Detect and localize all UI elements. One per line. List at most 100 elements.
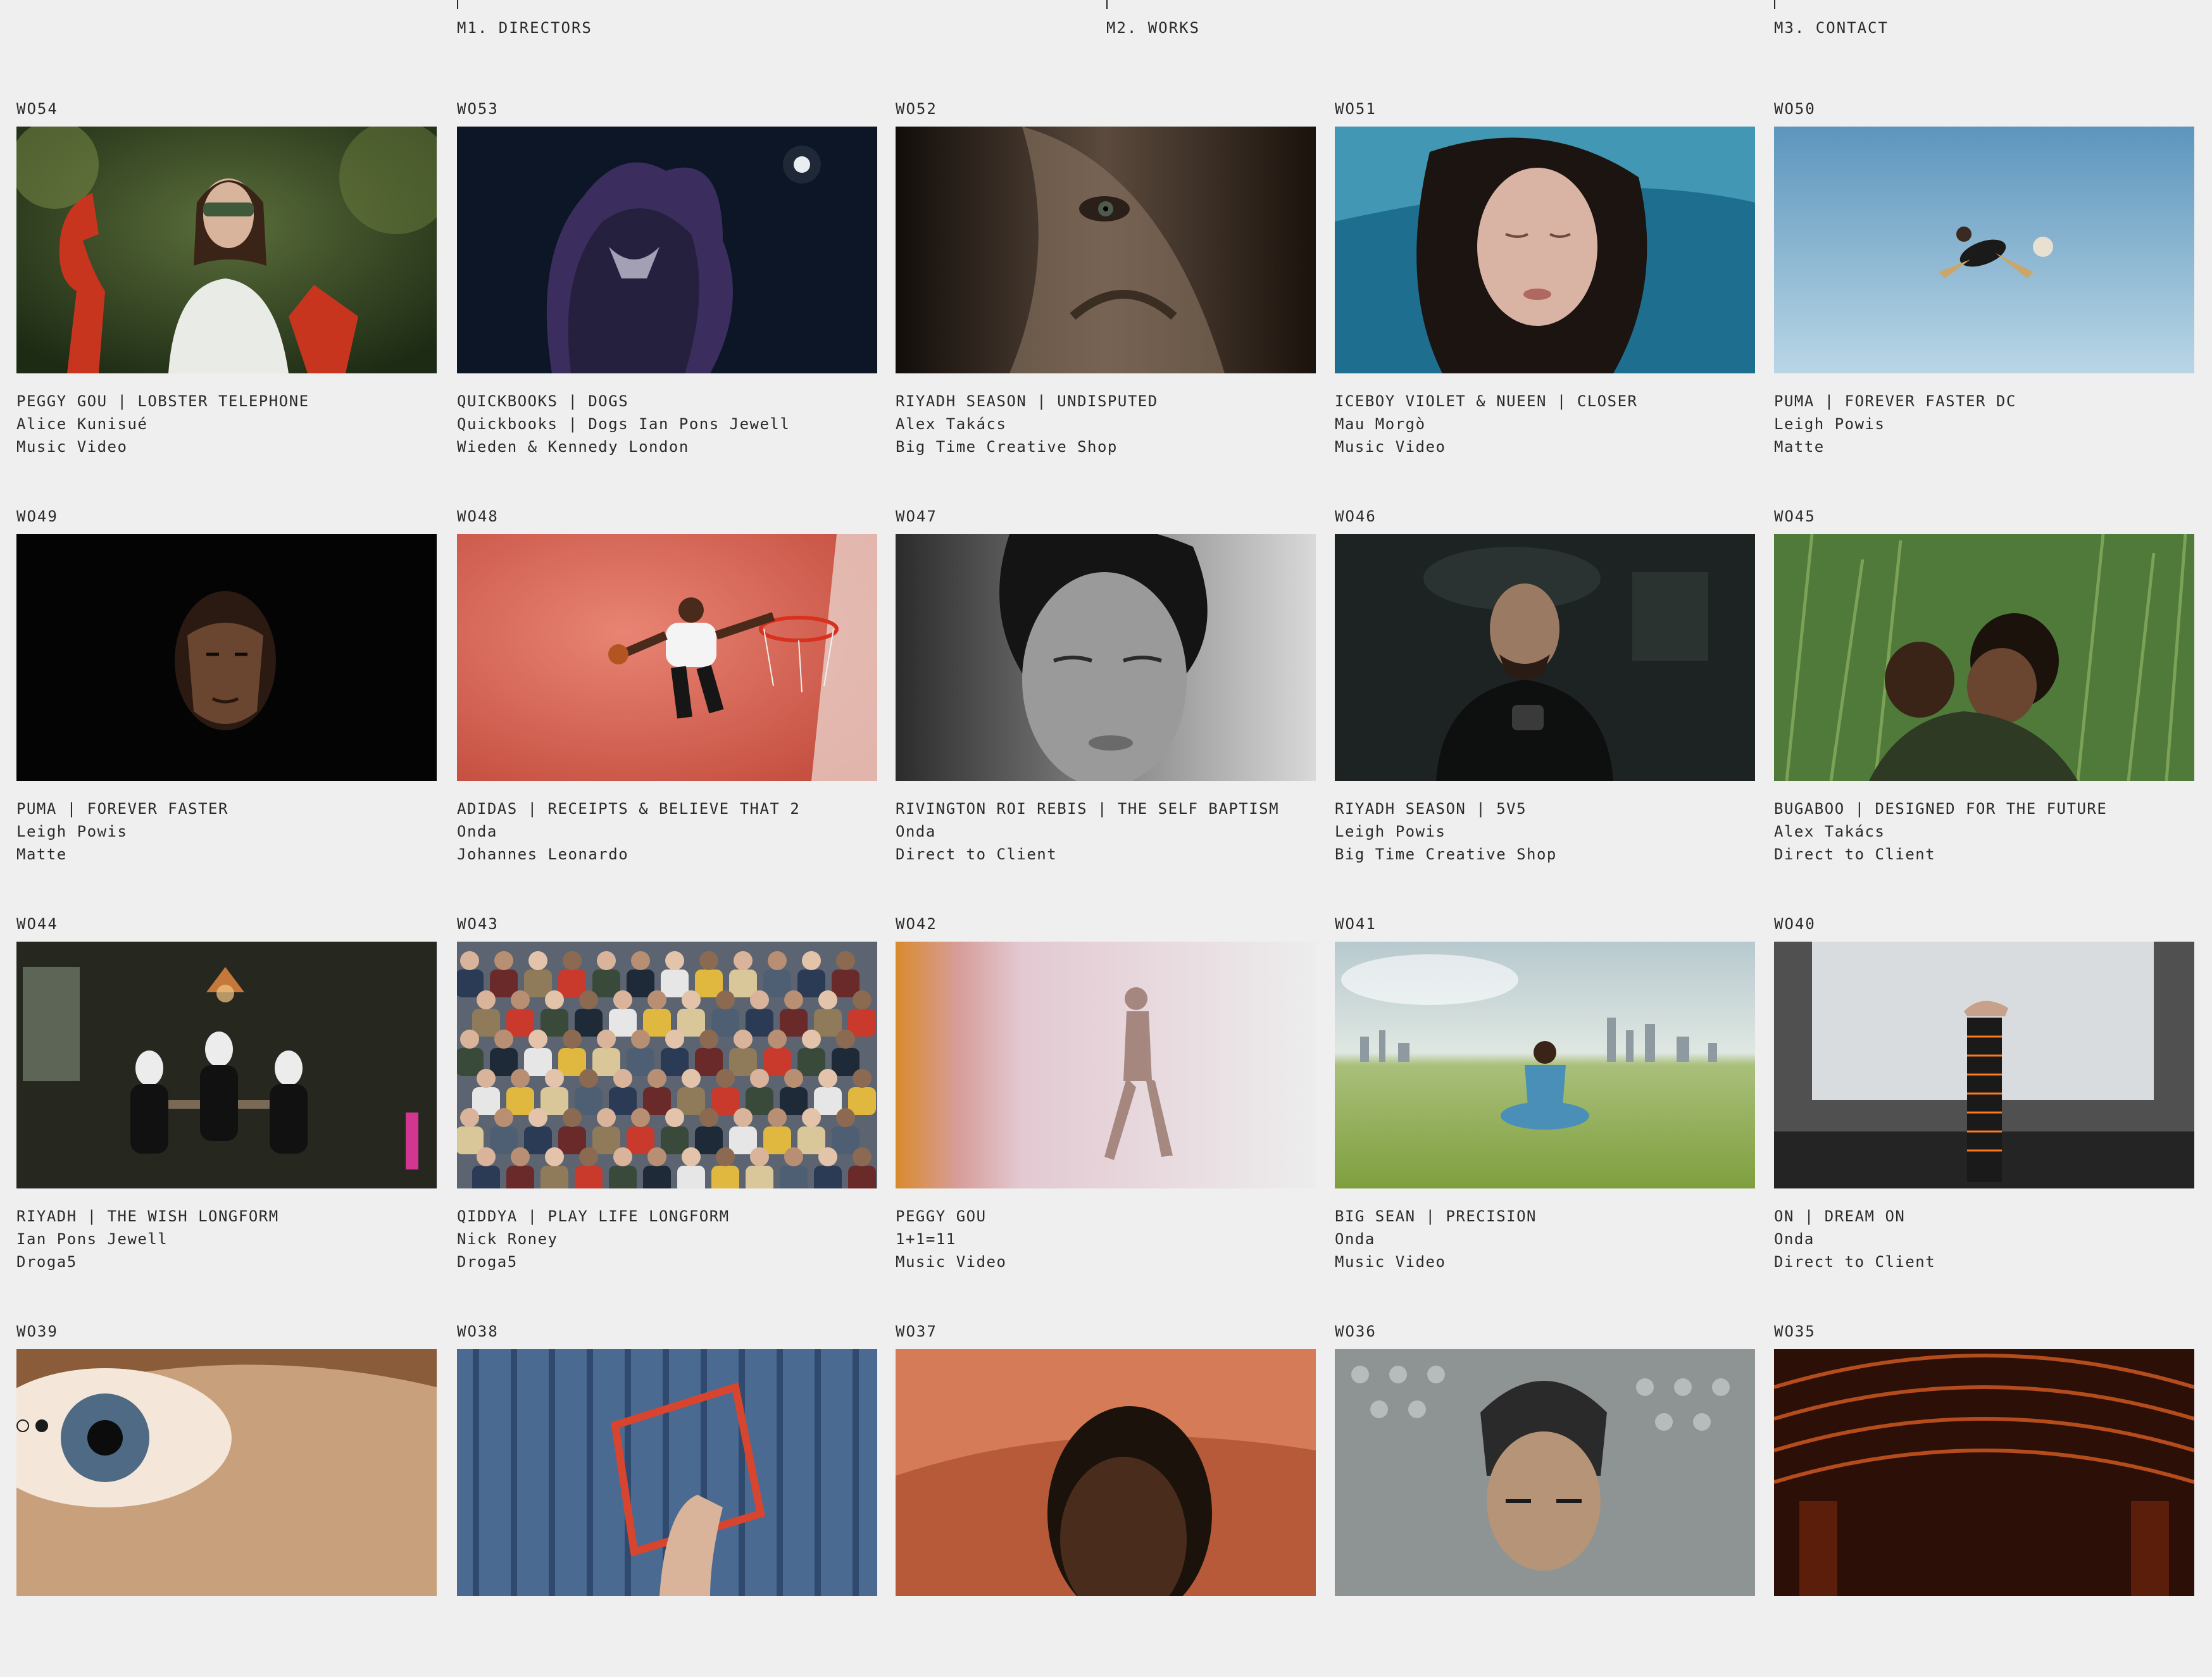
work-card[interactable]: WO49 PUMA | FOREVER FASTER Leigh Powis Mat… — [16, 508, 437, 863]
work-card[interactable]: WO39 — [16, 1323, 437, 1677]
work-title: BUGABOO | DESIGNED FOR THE FUTURE — [1774, 800, 2108, 818]
work-thumbnail[interactable] — [16, 534, 437, 781]
work-thumbnail[interactable] — [896, 942, 1316, 1188]
work-meta: ON | DREAM ON Onda Direct to Client — [1774, 1205, 1935, 1273]
work-code: WO47 — [896, 508, 937, 525]
work-thumbnail-image — [1335, 534, 1755, 781]
work-director: Onda — [896, 823, 936, 840]
work-card[interactable]: WO45 BUGABOO | DESIGNED FOR THE FUTURE Al… — [1774, 508, 2194, 863]
work-title: RIVINGTON ROI REBIS | THE SELF BAPTISM — [896, 800, 1280, 818]
work-card[interactable]: WO51 ICEBOY VIOLET & NUEEN | CLOSER Mau M… — [1335, 100, 1755, 456]
work-thumbnail[interactable] — [896, 534, 1316, 781]
work-thumbnail-image — [1335, 942, 1755, 1188]
work-client: Johannes Leonardo — [457, 845, 629, 863]
work-title: RIYADH | THE WISH LONGFORM — [16, 1207, 279, 1225]
view-toggle-dot-outline[interactable] — [16, 1419, 29, 1432]
work-meta: PUMA | FOREVER FASTER Leigh Powis Matte — [16, 797, 228, 866]
work-thumbnail-image — [16, 1349, 437, 1596]
work-card[interactable]: WO54 PEGGY GOU | LOBSTER TELEPHONE Alice … — [16, 100, 437, 456]
work-code: WO39 — [16, 1323, 58, 1340]
work-thumbnail[interactable] — [16, 942, 437, 1188]
work-card[interactable]: WO52 RIYADH SEASON | UNDISPUTED Alex Taká… — [896, 100, 1316, 456]
work-thumbnail[interactable] — [457, 942, 877, 1188]
work-card[interactable]: WO53 QUICKBOOKS | DOGS Quickbooks | Dogs … — [457, 100, 877, 456]
work-director: Alex Takács — [1774, 823, 1885, 840]
work-card[interactable]: WO42 PEGGY GOU 1+1=11 Music Video — [896, 915, 1316, 1271]
work-client: Big Time Creative Shop — [896, 438, 1118, 456]
work-title: ICEBOY VIOLET & NUEEN | CLOSER — [1335, 392, 1638, 410]
work-code: WO38 — [457, 1323, 499, 1340]
work-thumbnail[interactable] — [457, 1349, 877, 1596]
work-thumbnail[interactable] — [16, 127, 437, 373]
work-card[interactable]: WO37 — [896, 1323, 1316, 1677]
work-client: Droga5 — [457, 1253, 518, 1271]
work-card[interactable]: WO38 — [457, 1323, 877, 1677]
work-director: Onda — [1774, 1230, 1815, 1248]
work-thumbnail[interactable] — [1335, 127, 1755, 373]
work-meta: BUGABOO | DESIGNED FOR THE FUTURE Alex Ta… — [1774, 797, 2107, 866]
work-title: RIYADH SEASON | UNDISPUTED — [896, 392, 1158, 410]
work-thumbnail[interactable] — [16, 1349, 437, 1596]
nav-directors-label: M1. DIRECTORS — [457, 19, 592, 37]
work-client: Big Time Creative Shop — [1335, 845, 1557, 863]
work-meta: ICEBOY VIOLET & NUEEN | CLOSER Mau Morgò M… — [1335, 390, 1637, 458]
work-thumbnail[interactable] — [1335, 1349, 1755, 1596]
work-card[interactable]: WO40 ON | DREAM ON Onda Direct to Client — [1774, 915, 2194, 1271]
work-code: WO51 — [1335, 100, 1377, 118]
work-director: Quickbooks | Dogs Ian Pons Jewell — [457, 415, 790, 433]
work-card[interactable]: WO47 RIVINGTON ROI REBIS | THE SELF BAPT… — [896, 508, 1316, 863]
work-thumbnail[interactable] — [1335, 942, 1755, 1188]
work-thumbnail-image — [896, 127, 1316, 373]
work-code: WO35 — [1774, 1323, 1816, 1340]
work-meta: RIYADH | THE WISH LONGFORM Ian Pons Jewel… — [16, 1205, 279, 1273]
nav-tick — [1774, 0, 1775, 9]
work-thumbnail-image — [457, 942, 877, 1188]
nav-tick — [457, 0, 458, 9]
work-thumbnail-image — [1774, 942, 2194, 1188]
work-card[interactable]: WO48 ADIDAS | RECEIPTS & BELIEVE THAT 2 O… — [457, 508, 877, 863]
work-thumbnail[interactable] — [1774, 942, 2194, 1188]
work-title: BIG SEAN | PRECISION — [1335, 1207, 1537, 1225]
work-thumbnail[interactable] — [896, 127, 1316, 373]
work-thumbnail[interactable] — [1774, 1349, 2194, 1596]
work-thumbnail[interactable] — [1774, 534, 2194, 781]
work-director: Onda — [457, 823, 497, 840]
work-thumbnail[interactable] — [896, 1349, 1316, 1596]
work-code: WO44 — [16, 915, 58, 933]
work-meta: RIVINGTON ROI REBIS | THE SELF BAPTISM On… — [896, 797, 1279, 866]
work-thumbnail-image — [457, 534, 877, 781]
work-meta: PEGGY GOU 1+1=11 Music Video — [896, 1205, 1006, 1273]
work-meta: PEGGY GOU | LOBSTER TELEPHONE Alice Kunis… — [16, 390, 309, 458]
work-client: Music Video — [1335, 1253, 1446, 1271]
work-client: Music Video — [896, 1253, 1007, 1271]
work-thumbnail[interactable] — [1774, 127, 2194, 373]
work-code: WO49 — [16, 508, 58, 525]
view-toggle-dot-filled[interactable] — [35, 1419, 48, 1432]
work-card[interactable]: WO35 — [1774, 1323, 2194, 1677]
work-title: ADIDAS | RECEIPTS & BELIEVE THAT 2 — [457, 800, 801, 818]
work-thumbnail-image — [1335, 127, 1755, 373]
work-thumbnail[interactable] — [457, 127, 877, 373]
work-director: 1+1=11 — [896, 1230, 956, 1248]
work-card[interactable]: WO36 — [1335, 1323, 1755, 1677]
work-meta: RIYADH SEASON | UNDISPUTED Alex Takács Big… — [896, 390, 1158, 458]
work-meta: QUICKBOOKS | DOGS Quickbooks | Dogs Ian P… — [457, 390, 790, 458]
work-code: WO48 — [457, 508, 499, 525]
work-code: WO40 — [1774, 915, 1816, 933]
work-thumbnail[interactable] — [1335, 534, 1755, 781]
main-nav: M1. DIRECTORS M2. WORKS M3. CONTACT — [0, 0, 2212, 51]
work-director: Alex Takács — [896, 415, 1007, 433]
work-title: QIDDYA | PLAY LIFE LONGFORM — [457, 1207, 730, 1225]
work-card[interactable]: WO46 RIYADH SEASON | 5V5 Leigh Powis Big T… — [1335, 508, 1755, 863]
work-thumbnail-image — [1774, 127, 2194, 373]
work-card[interactable]: WO41 BIG SEAN | PRECISION Onda Music Video — [1335, 915, 1755, 1271]
work-card[interactable]: WO44 RIYADH | THE WISH LONGFORM Ian Pons … — [16, 915, 437, 1271]
work-card[interactable]: WO43 QIDDYA | PLAY LIFE LONGFORM Nick Rone… — [457, 915, 877, 1271]
work-card[interactable]: WO50 PUMA | FOREVER FASTER DC Leigh Powis… — [1774, 100, 2194, 456]
work-director: Onda — [1335, 1230, 1375, 1248]
work-meta: RIYADH SEASON | 5V5 Leigh Powis Big Time C… — [1335, 797, 1557, 866]
work-thumbnail-image — [896, 942, 1316, 1188]
work-meta: QIDDYA | PLAY LIFE LONGFORM Nick Roney Dro… — [457, 1205, 730, 1273]
work-thumbnail[interactable] — [457, 534, 877, 781]
work-director: Alice Kunisué — [16, 415, 148, 433]
